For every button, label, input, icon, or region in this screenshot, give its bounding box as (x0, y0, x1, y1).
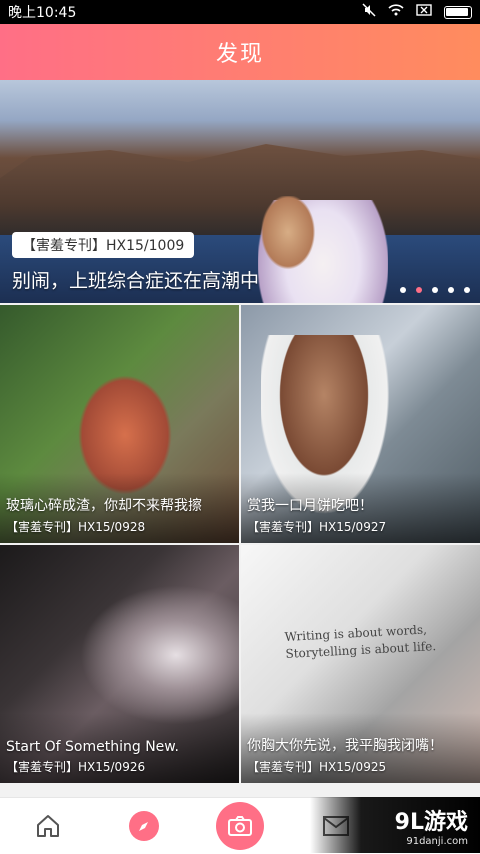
close-box-icon (416, 4, 432, 20)
nav-discover[interactable] (114, 798, 174, 854)
carousel-dot[interactable] (432, 287, 438, 293)
status-bar: 晚上10:45 (0, 0, 480, 24)
card-subtitle: 【害羞专刊】HX15/0927 (247, 520, 387, 534)
home-icon (37, 815, 59, 837)
card-subtitle: 【害羞专刊】HX15/0926 (6, 760, 146, 774)
card-subtitle: 【害羞专刊】HX15/0928 (6, 520, 146, 534)
card-subtitle: 【害羞专刊】HX15/0925 (247, 760, 387, 774)
card-title: 玻璃心碎成渣，你却不来帮我擦 (6, 498, 202, 514)
carousel-dot[interactable] (400, 287, 406, 293)
watermark-url: 91danji.com (406, 835, 468, 847)
mute-icon (362, 3, 376, 21)
hero-tag: 【害羞专刊】HX15/1009 (12, 232, 195, 258)
hero-banner[interactable]: 【害羞专刊】HX15/1009 别闹，上班综合症还在高潮中 (0, 80, 480, 303)
status-time: 晚上10:45 (8, 5, 77, 21)
card-0925[interactable]: Writing is about words, Storytelling is … (241, 545, 480, 783)
card-0928[interactable]: 玻璃心碎成渣，你却不来帮我擦 【害羞专刊】HX15/0928 (0, 305, 239, 543)
hero-title: 别闹，上班综合症还在高潮中 (12, 270, 260, 292)
battery-icon (444, 5, 472, 19)
carousel-dot[interactable] (448, 287, 454, 293)
card-0927[interactable]: 赏我一口月饼吃吧！ 【害羞专刊】HX15/0927 (241, 305, 480, 543)
watermark: 9L游戏 91danji.com (310, 797, 480, 853)
card-title: 你胸大你先说，我平胸我闭嘴！ (247, 738, 443, 754)
page-title: 发现 (215, 42, 264, 67)
carousel-dots (400, 287, 470, 293)
nav-home[interactable] (18, 798, 78, 854)
carousel-dot[interactable] (464, 287, 470, 293)
wifi-icon (388, 4, 404, 20)
compass-icon (129, 811, 159, 841)
carousel-dot-active[interactable] (416, 287, 422, 293)
nav-camera[interactable] (210, 798, 270, 854)
card-title: Start Of Something New. (6, 739, 179, 755)
hero-cliff (0, 144, 480, 240)
card-photo-glow (80, 585, 239, 725)
hero-head (256, 196, 320, 276)
card-0926[interactable]: Start Of Something New. 【害羞专刊】HX15/0926 (0, 545, 239, 783)
app-header: 发现 (0, 24, 480, 80)
watermark-logo: 9L游戏 (394, 809, 468, 835)
card-title: 赏我一口月饼吃吧！ (247, 498, 373, 514)
card-handwriting: Writing is about words, Storytelling is … (284, 619, 436, 664)
status-icons (362, 3, 472, 21)
camera-icon (216, 802, 264, 850)
